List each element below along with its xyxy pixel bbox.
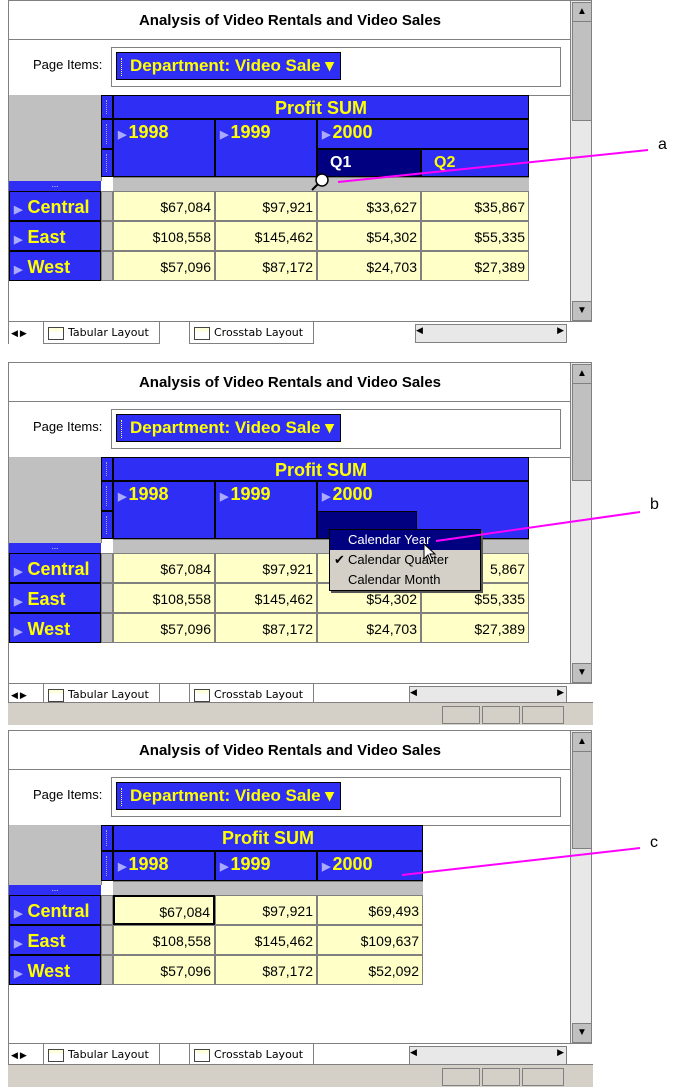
callout-line-a — [337, 149, 649, 183]
callout-label-b: b — [650, 496, 659, 513]
callout-label-c: c — [650, 834, 658, 851]
callout-line-b — [435, 511, 641, 542]
callout-label-a: a — [658, 136, 667, 153]
callout-line-c — [401, 847, 641, 876]
callout-lines — [311, 149, 649, 876]
zoom-icon-handle — [311, 183, 319, 191]
